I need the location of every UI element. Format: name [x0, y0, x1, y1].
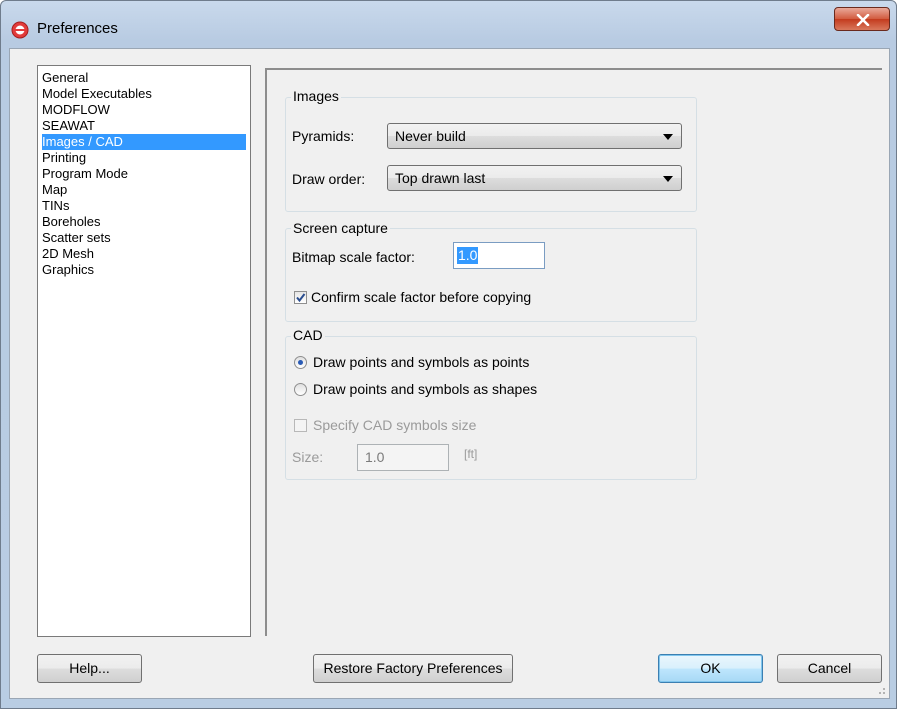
category-item[interactable]: General	[42, 70, 246, 86]
bitmap-scale-label: Bitmap scale factor:	[292, 249, 415, 265]
cancel-button[interactable]: Cancel	[777, 654, 882, 683]
category-list[interactable]: General Model Executables MODFLOW SEAWAT Ima…	[37, 65, 251, 637]
dialog-client-area: General Model Executables MODFLOW SEAWAT Ima…	[9, 48, 890, 699]
category-item[interactable]: TINs	[42, 198, 246, 214]
category-item[interactable]: Printing	[42, 150, 246, 166]
preferences-window: Preferences General Model Executables MODF…	[0, 0, 897, 709]
category-item[interactable]: Graphics	[42, 262, 246, 278]
images-group-title: Images	[291, 88, 341, 104]
window-title: Preferences	[37, 20, 118, 37]
draw-order-value: Top drawn last	[395, 170, 486, 186]
radio-dot	[298, 360, 303, 365]
size-input[interactable]: 1.0	[357, 444, 449, 471]
confirm-scale-checkbox[interactable]	[294, 291, 307, 304]
close-button[interactable]	[834, 7, 890, 31]
draw-order-label: Draw order:	[292, 171, 366, 187]
images-group	[285, 97, 697, 212]
size-unit-label: [ft]	[464, 447, 478, 461]
category-item[interactable]: MODFLOW	[42, 102, 246, 118]
app-logo-icon	[11, 21, 29, 39]
radio-draw-as-shapes-label[interactable]: Draw points and symbols as shapes	[313, 381, 537, 397]
chevron-down-icon	[663, 176, 673, 182]
radio-draw-as-shapes[interactable]	[294, 383, 307, 396]
size-value: 1.0	[365, 449, 385, 465]
category-item[interactable]: Model Executables	[42, 86, 246, 102]
cad-group-title: CAD	[291, 327, 325, 343]
restore-factory-button[interactable]: Restore Factory Preferences	[313, 654, 513, 683]
resize-grip-icon[interactable]	[876, 685, 886, 695]
category-item[interactable]: Scatter sets	[42, 230, 246, 246]
category-item[interactable]: Program Mode	[42, 166, 246, 182]
category-item[interactable]: Boreholes	[42, 214, 246, 230]
bitmap-scale-value: 1.0	[457, 247, 479, 264]
close-icon	[856, 14, 870, 26]
category-item[interactable]: Images / CAD	[42, 134, 246, 150]
radio-draw-as-points[interactable]	[294, 356, 307, 369]
category-item[interactable]: 2D Mesh	[42, 246, 246, 262]
pyramids-value: Never build	[395, 128, 466, 144]
checkmark-icon	[296, 293, 306, 303]
ok-button[interactable]: OK	[658, 654, 763, 683]
size-label: Size:	[292, 449, 324, 465]
specify-cad-size-label: Specify CAD symbols size	[313, 417, 477, 433]
bitmap-scale-input[interactable]: 1.0	[453, 242, 545, 269]
help-button[interactable]: Help...	[37, 654, 142, 683]
category-item[interactable]: Map	[42, 182, 246, 198]
category-item[interactable]: SEAWAT	[42, 118, 246, 134]
specify-cad-size-checkbox[interactable]	[294, 419, 307, 432]
pyramids-dropdown[interactable]: Never build	[387, 123, 682, 149]
title-bar[interactable]: Preferences	[1, 1, 896, 47]
settings-panel: Images Pyramids: Never build Draw order:…	[265, 68, 882, 636]
confirm-scale-label[interactable]: Confirm scale factor before copying	[311, 289, 531, 305]
radio-draw-as-points-label[interactable]: Draw points and symbols as points	[313, 354, 529, 370]
chevron-down-icon	[663, 134, 673, 140]
draw-order-dropdown[interactable]: Top drawn last	[387, 165, 682, 191]
pyramids-label: Pyramids:	[292, 128, 355, 144]
screen-capture-title: Screen capture	[291, 220, 390, 236]
